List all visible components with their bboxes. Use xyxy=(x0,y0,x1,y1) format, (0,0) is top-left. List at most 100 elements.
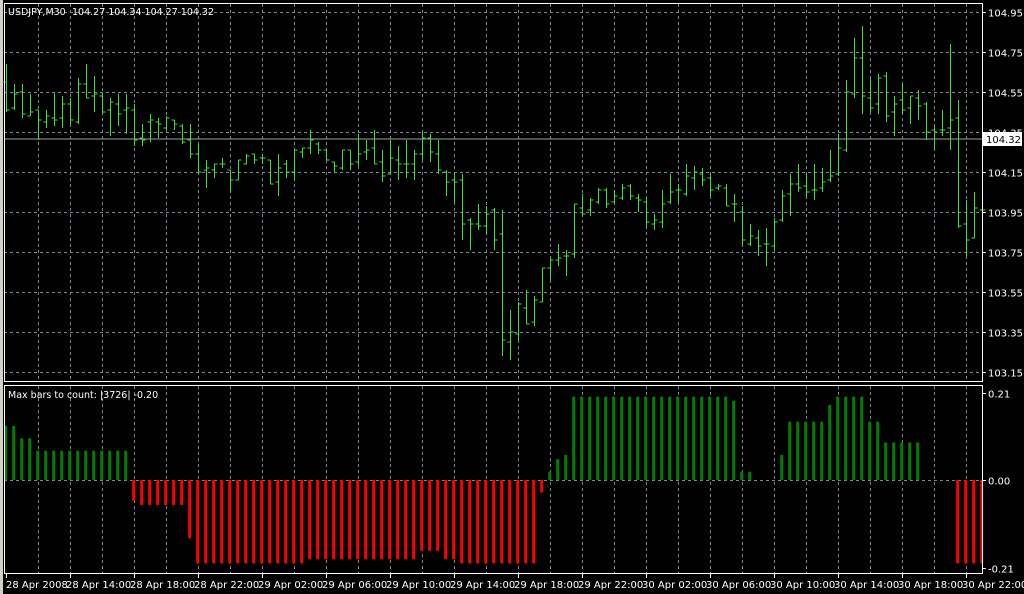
ohlc-bar xyxy=(563,250,570,276)
histogram-bar xyxy=(524,480,528,564)
histogram-bar xyxy=(140,480,144,505)
histogram-bar xyxy=(76,450,80,480)
histogram-bar xyxy=(652,396,656,480)
ohlc-bar xyxy=(195,144,202,174)
histogram-bar xyxy=(860,396,864,480)
histogram-bar xyxy=(436,480,440,551)
ohlc-bar xyxy=(811,164,818,200)
time-tick-label: 28 Apr 22:00 xyxy=(194,580,259,591)
ohlc-bar xyxy=(107,98,114,136)
price-tick-label: 104.95 xyxy=(988,9,1023,20)
ohlc-bar xyxy=(363,140,370,160)
indicator-tick-label: 0.00 xyxy=(988,477,1010,488)
histogram-bar xyxy=(372,480,376,560)
price-pane-frame[interactable] xyxy=(4,3,983,382)
histogram-bar xyxy=(692,396,696,480)
ohlc-bar xyxy=(691,166,698,190)
time-tick-label: 29 Apr 14:00 xyxy=(450,580,515,591)
histogram-bar xyxy=(148,480,152,505)
ohlc-bar xyxy=(227,169,234,192)
time-tick-label: 30 Apr 22:00 xyxy=(962,580,1024,591)
histogram-bar xyxy=(516,480,520,564)
time-tick-label: 30 Apr 02:00 xyxy=(642,580,707,591)
ohlc-bar xyxy=(507,310,514,360)
histogram-bar xyxy=(796,421,800,480)
histogram-bar xyxy=(292,480,296,564)
ohlc-bar xyxy=(443,170,450,196)
histogram-bar xyxy=(836,396,840,480)
ohlc-bar xyxy=(211,163,218,178)
price-tick-label: 104.55 xyxy=(988,89,1023,100)
time-tick-label: 30 Apr 18:00 xyxy=(898,580,963,591)
histogram-bar xyxy=(68,450,72,480)
ohlc-bar xyxy=(459,174,466,240)
histogram-bar xyxy=(484,480,488,564)
ohlc-bar xyxy=(627,184,634,200)
ohlc-bar xyxy=(763,228,770,266)
histogram-bar xyxy=(508,480,512,564)
ohlc-bar xyxy=(187,124,194,158)
ohlc-bar xyxy=(427,134,434,162)
ohlc-bar xyxy=(299,147,306,158)
ohlc-bar xyxy=(491,208,498,250)
histogram-bar xyxy=(92,450,96,480)
histogram-bar xyxy=(724,396,728,480)
histogram-bar xyxy=(132,480,136,501)
time-tick-label: 28 Apr 18:00 xyxy=(130,580,195,591)
histogram-bar xyxy=(876,421,880,480)
ohlc-bar xyxy=(891,96,898,136)
histogram-bar xyxy=(468,480,472,564)
histogram-bar xyxy=(660,396,664,480)
ohlc-bar xyxy=(963,200,970,256)
ohlc-bar xyxy=(859,26,866,114)
histogram-bar xyxy=(236,480,240,564)
ohlc-bar xyxy=(651,214,658,230)
ohlc-bar xyxy=(475,204,482,230)
histogram-bar xyxy=(100,450,104,480)
price-tick-label: 103.35 xyxy=(988,329,1023,340)
ohlc-bar xyxy=(67,98,74,124)
time-axis[interactable]: 28 Apr 200828 Apr 14:0028 Apr 18:0028 Ap… xyxy=(6,574,1024,591)
ohlc-bar xyxy=(315,142,322,154)
current-price-label: 104.32 xyxy=(986,135,1021,146)
histogram-bar xyxy=(732,400,736,480)
indicator-tick-label: -0.21 xyxy=(988,565,1014,576)
ohlc-bar xyxy=(291,149,298,180)
histogram-bar xyxy=(228,480,232,564)
histogram-bar xyxy=(44,450,48,480)
histogram-bar xyxy=(388,480,392,560)
histogram-bar xyxy=(348,480,352,560)
price-tick-label: 104.15 xyxy=(988,169,1023,180)
trading-chart[interactable]: 104.95104.75104.55104.35104.15103.95103.… xyxy=(0,0,1024,594)
ohlc-bar xyxy=(99,92,106,114)
histogram-bar xyxy=(84,450,88,480)
histogram-bar xyxy=(884,442,888,480)
histogram-bar xyxy=(412,480,416,560)
histogram-bar xyxy=(12,425,16,480)
time-tick-label: 29 Apr 18:00 xyxy=(514,580,579,591)
histogram-bar xyxy=(476,480,480,564)
ohlc-bar xyxy=(155,118,162,138)
ohlc-bar xyxy=(539,267,546,303)
window-border xyxy=(0,0,3,594)
histogram-bar xyxy=(212,480,216,564)
ohlc-bar xyxy=(771,218,778,250)
ohlc-bar xyxy=(147,114,154,142)
ohlc-bar xyxy=(451,174,458,202)
ohlc-bar xyxy=(875,74,882,114)
histogram-bar xyxy=(812,421,816,480)
histogram-bar xyxy=(668,396,672,480)
price-axis[interactable]: 104.95104.75104.55104.35104.15103.95103.… xyxy=(982,9,1023,380)
histogram-bar xyxy=(52,450,56,480)
ohlc-bar xyxy=(635,194,642,212)
time-tick-label: 29 Apr 22:00 xyxy=(578,580,643,591)
ohlc-bar xyxy=(467,218,474,250)
histogram-bar xyxy=(308,480,312,560)
histogram-bar xyxy=(644,396,648,480)
histogram-bar xyxy=(180,480,184,505)
histogram-bar xyxy=(588,396,592,480)
ohlc-bar xyxy=(395,146,402,180)
indicator-tick-label: 0.21 xyxy=(988,390,1010,401)
histogram-bar xyxy=(892,442,896,480)
ohlc-bar xyxy=(971,192,978,239)
